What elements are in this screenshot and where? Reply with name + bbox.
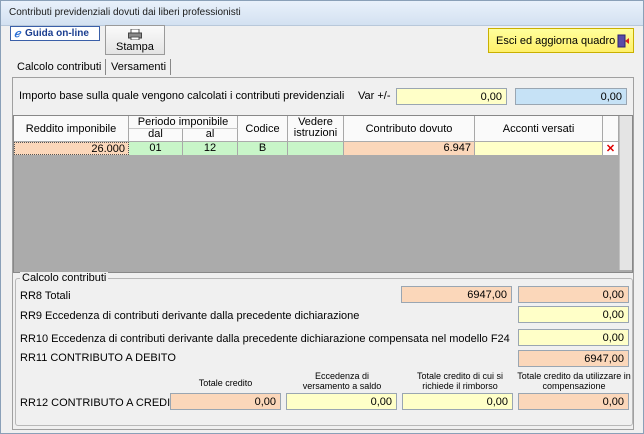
table-row[interactable]: 26.000 01 12 B 6.947 ✕ xyxy=(14,142,619,155)
tab-versamenti[interactable]: Versamenti xyxy=(109,59,171,75)
col-header-al: al xyxy=(183,129,238,141)
col-header-periodo: Periodo imponibile xyxy=(129,116,238,129)
col-header-vedere: Vedere istruzioni xyxy=(288,116,344,141)
col-header-contributo: Contributo dovuto xyxy=(344,116,475,141)
printer-icon xyxy=(128,29,142,40)
cell-vedere[interactable] xyxy=(288,142,344,155)
rr12-totale-credito: 0,00 xyxy=(170,393,281,410)
rr8-field-1: 6947,00 xyxy=(401,286,512,303)
col3-label: Totale credito di cui si richiede il rim… xyxy=(416,371,504,391)
col-header-reddito: Reddito imponibile xyxy=(14,116,129,141)
exit-door-icon xyxy=(617,34,629,48)
col1-label: Totale credito xyxy=(198,378,253,388)
col-header-actions xyxy=(603,116,619,141)
rr11-label: RR11 CONTRIBUTO A DEBITO xyxy=(20,352,176,364)
rr11-field: 6947,00 xyxy=(518,350,629,367)
rr9-input[interactable]: 0,00 xyxy=(518,306,629,323)
cell-codice[interactable]: B xyxy=(238,142,288,155)
col-header-codice: Codice xyxy=(238,116,288,141)
rr12-rimborso-input[interactable]: 0,00 xyxy=(402,393,513,410)
print-button[interactable]: Stampa xyxy=(105,25,165,55)
cell-reddito[interactable]: 26.000 xyxy=(14,142,129,155)
base-label: Importo base sulla quale vengono calcola… xyxy=(19,90,345,102)
grid-scrollbar[interactable] xyxy=(619,116,632,270)
ie-icon: ℯ xyxy=(14,28,21,40)
cell-al[interactable]: 12 xyxy=(183,142,238,155)
title-bar: Contributi previdenziali dovuti dai libe… xyxy=(1,1,643,26)
cell-dal[interactable]: 01 xyxy=(129,142,183,155)
delete-x-icon: ✕ xyxy=(605,143,616,155)
col-header-acconti: Acconti versati xyxy=(475,116,603,141)
delete-row-button[interactable]: ✕ xyxy=(603,142,619,155)
calcolo-group-label: Calcolo contributi xyxy=(20,272,109,284)
col2-label: Eccedenza di versamento a saldo xyxy=(302,371,382,391)
rr9-label: RR9 Eccedenza di contributi derivante da… xyxy=(20,310,360,322)
col-header-dal: dal xyxy=(129,129,183,141)
rr12-compensazione-field: 0,00 xyxy=(518,393,629,410)
rr12-label: RR12 CONTRIBUTO A CREDITO xyxy=(20,397,186,409)
col4-label: Totale credito da utilizzare in compensa… xyxy=(517,371,631,391)
rr10-label: RR10 Eccedenza di contributi derivante d… xyxy=(20,333,510,345)
rr8-label: RR8 Totali xyxy=(20,290,71,302)
rr10-input[interactable]: 0,00 xyxy=(518,329,629,346)
window-title: Contributi previdenziali dovuti dai libe… xyxy=(9,7,241,18)
var-label: Var +/- xyxy=(358,90,391,102)
base-total-field: 0,00 xyxy=(515,88,627,105)
tab-calcolo-contributi[interactable]: Calcolo contributi xyxy=(15,59,106,75)
exit-update-button[interactable]: Esci ed aggiorna quadro xyxy=(488,28,634,53)
guide-online-button[interactable]: ℯ Guida on-line xyxy=(10,26,100,41)
rr12-eccedenza-input[interactable]: 0,00 xyxy=(286,393,397,410)
cell-contributo: 6.947 xyxy=(344,142,475,155)
dialog-window: Contributi previdenziali dovuti dai libe… xyxy=(0,0,644,434)
rr8-field-2: 0,00 xyxy=(518,286,629,303)
var-input[interactable]: 0,00 xyxy=(396,88,507,105)
cell-acconti[interactable] xyxy=(475,142,603,155)
